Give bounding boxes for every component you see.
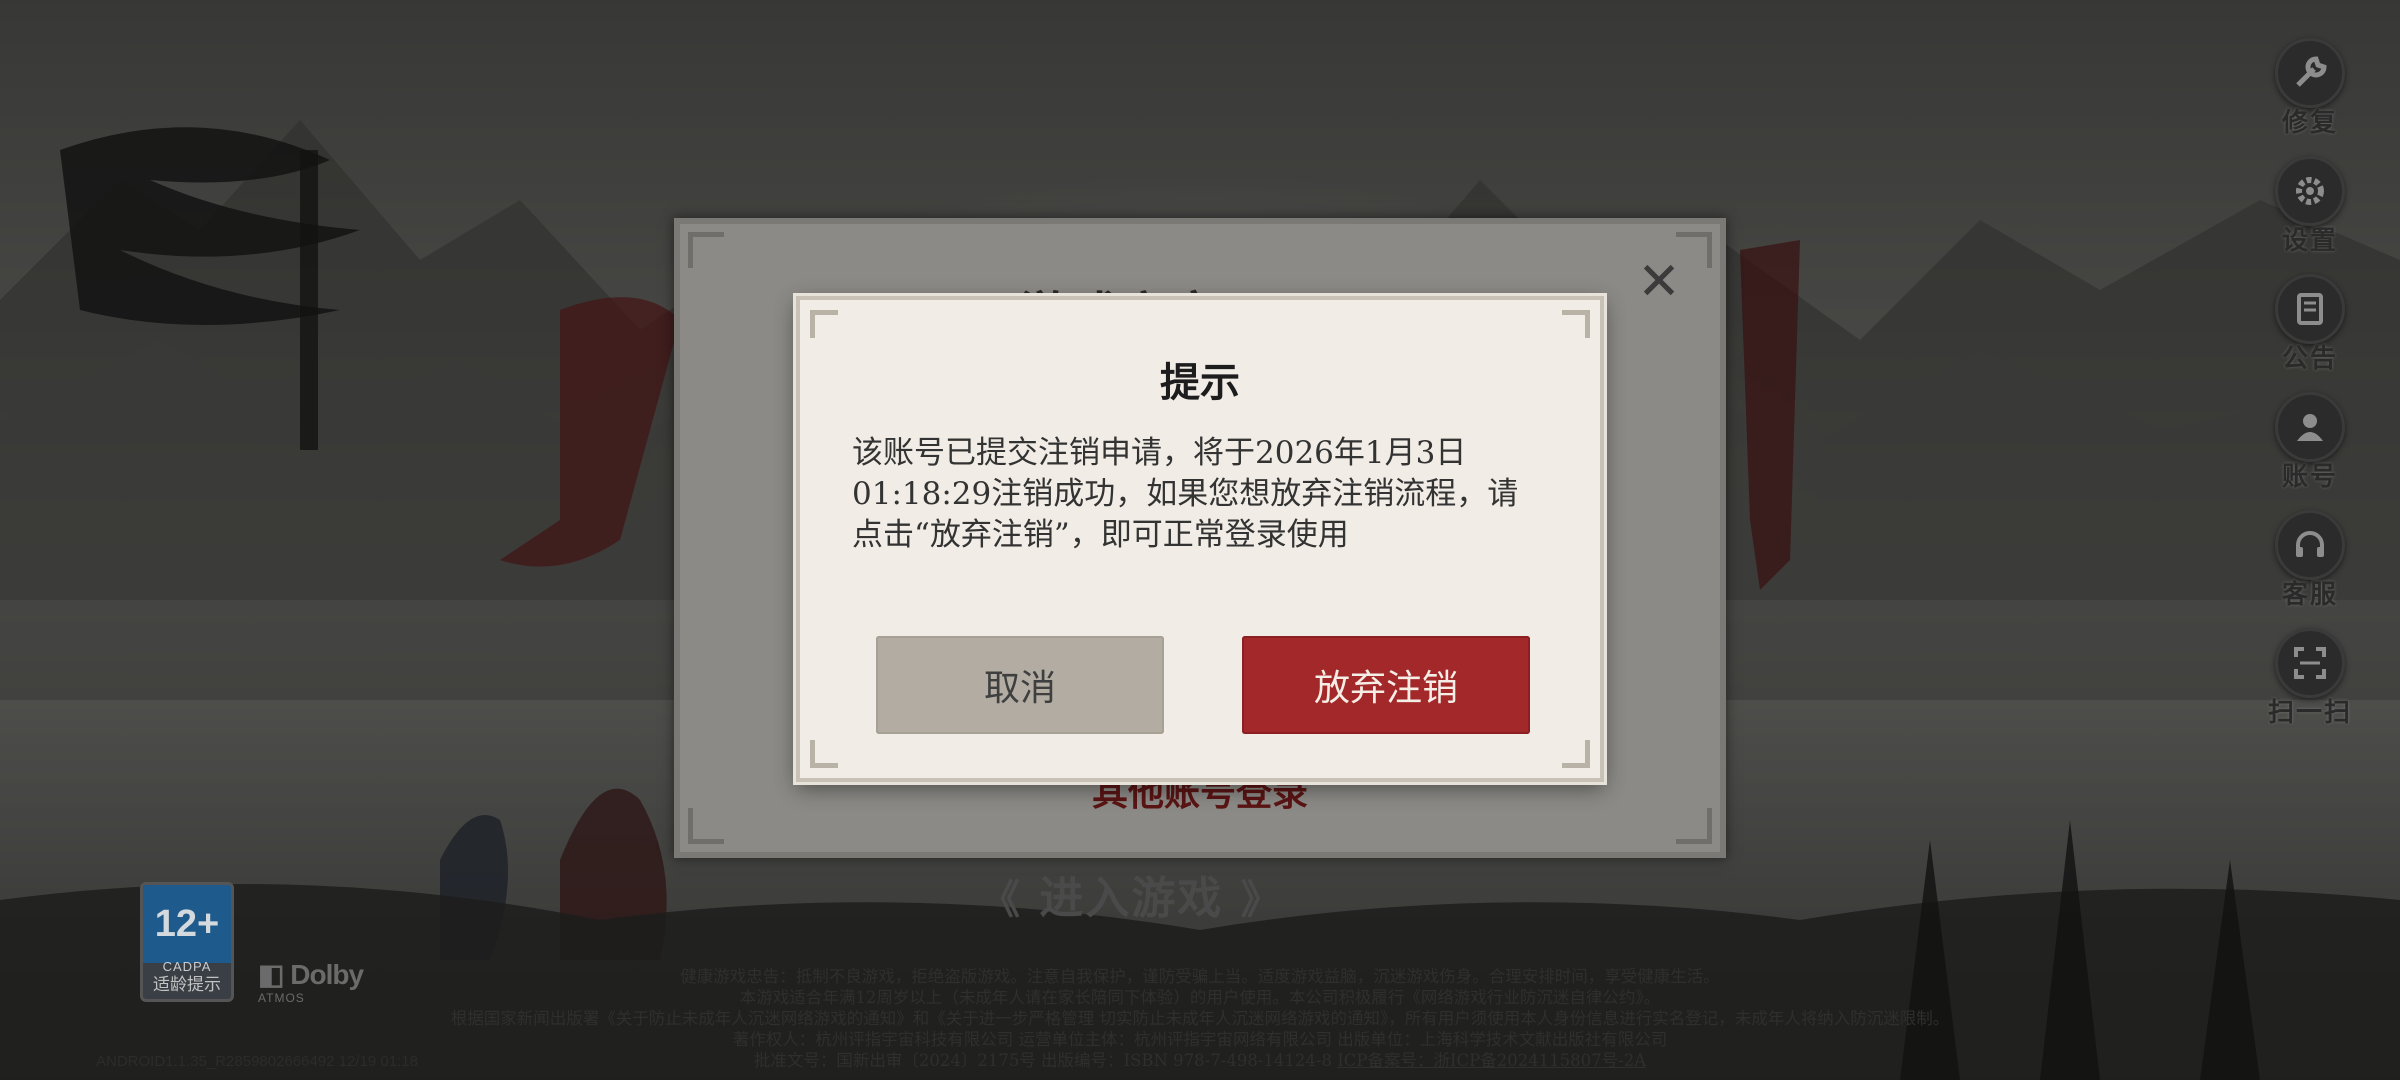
dialog-corner-ornament — [810, 310, 838, 338]
dialog-title: 提示 — [1160, 359, 1240, 406]
side-label-notice: 公告 — [2281, 344, 2338, 374]
side-item-scan[interactable]: 扫一扫 — [2220, 628, 2400, 738]
headset-icon — [2275, 510, 2345, 580]
wrench-icon — [2275, 38, 2345, 108]
close-icon[interactable]: ✕ — [1634, 256, 1684, 310]
side-item-settings[interactable]: 设置 — [2220, 156, 2400, 266]
account-icon — [2275, 392, 2345, 462]
footer-line: 根据国家新闻出版署《关于防止未成年人沉迷网络游戏的通知》和《关于进一步严格管理 … — [450, 1009, 1950, 1028]
dialog-message: 该账号已提交注销申请，将于2026年1月3日01:18:29注销成功，如果您想放… — [852, 435, 1519, 553]
footer-line: 著作权人：杭州评指宇宙科技有限公司 运营单位主体：杭州评指宇宙网络有限公司 出版… — [732, 1030, 1668, 1049]
abandon-deletion-button[interactable]: 放弃注销 — [1242, 636, 1530, 734]
side-item-repair[interactable]: 修复 — [2220, 38, 2400, 148]
dialog-corner-ornament — [1562, 740, 1590, 768]
enter-game-label: 进入游戏 — [1039, 873, 1224, 924]
dialog-corner-ornament — [1562, 310, 1590, 338]
panel-corner-ornament — [688, 232, 724, 268]
version-text: ANDROID1.1.35_R2859802666492 12/19 01:18 — [96, 1053, 418, 1070]
chevron-right-icon: 》 — [1240, 876, 1283, 923]
side-label-service: 客服 — [2281, 580, 2338, 610]
footer-line: 本游戏适合年满12周岁以上（未成年人请在家长陪同下体验）的用户使用。本公司积极履… — [739, 988, 1661, 1007]
icp-link[interactable]: ICP备案号：浙ICP备2024115807号-2A — [1337, 1051, 1646, 1070]
footer-line: 健康游戏忠告：抵制不良游戏，拒绝盗版游戏。注意自我保护，谨防受骗上当。适度游戏益… — [680, 967, 1720, 986]
side-item-account[interactable]: 账号 — [2220, 392, 2400, 502]
scan-icon — [2275, 628, 2345, 698]
side-label-scan: 扫一扫 — [2267, 698, 2352, 728]
side-label-settings: 设置 — [2281, 226, 2338, 256]
side-item-service[interactable]: 客服 — [2220, 510, 2400, 620]
side-item-notice[interactable]: 公告 — [2220, 274, 2400, 384]
gear-icon — [2275, 156, 2345, 226]
approval-text: 批准文号：国新出审〔2024〕2175号 出版编号：ISBN 978-7-498… — [753, 1051, 1338, 1070]
dialog-corner-ornament — [810, 740, 838, 768]
cancel-button[interactable]: 取消 — [876, 636, 1164, 734]
age-rating-value: 12+ — [143, 885, 231, 963]
confirm-dialog: 提示 该账号已提交注销申请，将于2026年1月3日01:18:29注销成功，如果… — [796, 296, 1604, 782]
notice-icon — [2275, 274, 2345, 344]
chevron-left-icon: 《 — [980, 876, 1022, 923]
side-label-repair: 修复 — [2281, 108, 2338, 138]
enter-game-button[interactable]: 《 进入游戏 》 — [980, 862, 1283, 926]
side-label-account: 账号 — [2281, 462, 2338, 492]
